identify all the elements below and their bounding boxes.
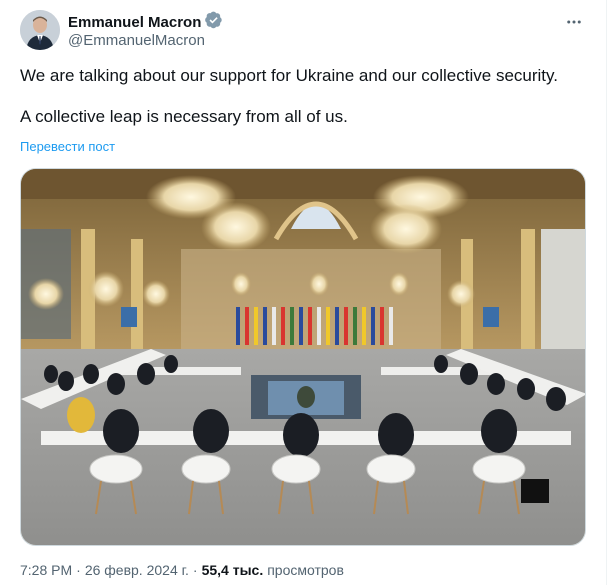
views-count: 55,4 тыс. [201, 562, 264, 578]
post-card: Emmanuel Macron @EmmanuelMacron We are t… [0, 0, 607, 585]
meta-separator: · [76, 562, 81, 578]
more-dots-icon[interactable] [564, 12, 584, 32]
post-meta: 7:28 PM · 26 февр. 2024 г. · 55,4 тыс. п… [20, 562, 344, 578]
post-text: We are talking about our support for Ukr… [20, 64, 590, 146]
views-label: просмотров [267, 562, 344, 578]
author-name-row: Emmanuel Macron [68, 11, 223, 34]
translate-link[interactable]: Перевести пост [20, 139, 115, 154]
author-name[interactable]: Emmanuel Macron [68, 14, 201, 31]
author-handle[interactable]: @EmmanuelMacron [68, 32, 205, 49]
post-time[interactable]: 7:28 PM [20, 562, 72, 578]
post-photo[interactable] [20, 168, 586, 546]
post-text-line: We are talking about our support for Ukr… [20, 66, 558, 85]
post-date[interactable]: 26 февр. 2024 г. [85, 562, 189, 578]
verified-badge-icon [205, 11, 223, 34]
avatar[interactable] [20, 10, 60, 50]
meta-separator: · [192, 562, 198, 578]
post-text-line: A collective leap is necessary from all … [20, 107, 348, 126]
